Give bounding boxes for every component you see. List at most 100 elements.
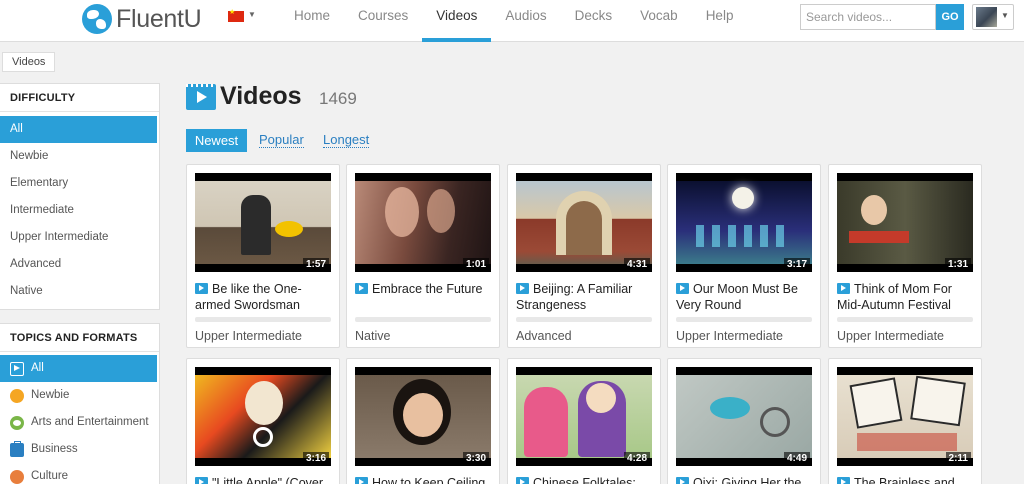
difficulty-item-elementary[interactable]: Elementary <box>0 170 159 197</box>
video-title-text: "Little Apple" (Cover <box>212 476 324 484</box>
video-count: 1469 <box>319 89 357 108</box>
video-thumbnail[interactable]: 3:16 <box>195 367 331 466</box>
top-navbar: FluentU ▼ Home Courses Videos Audios Dec… <box>0 0 1024 42</box>
video-thumbnail[interactable]: 1:01 <box>355 173 491 272</box>
video-thumbnail[interactable]: 3:30 <box>355 367 491 466</box>
video-card[interactable]: 1:57 Be like the One-armed Swordsman Upp… <box>186 164 340 348</box>
video-duration: 1:01 <box>462 258 489 271</box>
video-title[interactable]: Embrace the Future <box>355 281 495 297</box>
video-duration: 1:31 <box>944 258 971 271</box>
topic-item-business[interactable]: Business <box>0 436 159 463</box>
video-icon <box>837 283 850 294</box>
video-title[interactable]: Beijing: A Familiar Strangeness <box>516 281 656 313</box>
arts-icon <box>10 415 24 430</box>
video-title[interactable]: Think of Mom For Mid-Autumn Festival <box>837 281 977 313</box>
video-thumbnail[interactable]: 1:31 <box>837 173 973 272</box>
video-title-text: Be like the One-armed Swordsman <box>195 282 302 312</box>
topics-heading: TOPICS AND FORMATS <box>0 324 159 352</box>
topic-item-all[interactable]: All <box>0 355 157 382</box>
video-icon <box>837 477 850 484</box>
topic-item-culture[interactable]: Culture <box>0 463 159 484</box>
video-title[interactable]: Be like the One-armed Swordsman <box>195 281 335 313</box>
topic-label: Business <box>31 443 78 455</box>
topic-item-arts-and-entertainment[interactable]: Arts and Entertainment <box>0 409 159 436</box>
topic-item-newbie[interactable]: Newbie <box>0 382 159 412</box>
logo[interactable]: FluentU <box>82 4 202 34</box>
breadcrumb[interactable]: Videos <box>2 52 56 72</box>
progress-bar <box>676 317 812 322</box>
globe-logo-icon <box>82 4 112 34</box>
video-title-text: The Brainless and <box>854 476 955 484</box>
progress-bar <box>516 317 652 322</box>
difficulty-item-newbie[interactable]: Newbie <box>0 143 159 170</box>
difficulty-filter: DIFFICULTY All Newbie Elementary Interme… <box>0 83 160 310</box>
nav-decks[interactable]: Decks <box>561 0 627 42</box>
avatar <box>976 7 997 27</box>
search-go-button[interactable]: GO <box>936 4 964 30</box>
video-level: Upper Intermediate <box>676 329 784 343</box>
video-title[interactable]: The Brainless and <box>837 475 977 484</box>
difficulty-item-upper-intermediate[interactable]: Upper Intermediate <box>0 224 159 251</box>
video-card[interactable]: 2:11 The Brainless and <box>828 358 982 484</box>
difficulty-item-advanced[interactable]: Advanced <box>0 251 159 278</box>
page-title: Videos <box>220 82 302 110</box>
language-dropdown-caret-icon[interactable]: ▼ <box>248 10 256 19</box>
video-card[interactable]: 3:30 How to Keep Ceiling <box>346 358 500 484</box>
nav-vocab[interactable]: Vocab <box>626 0 692 42</box>
search-input[interactable] <box>800 4 936 30</box>
user-menu[interactable]: ▼ <box>972 4 1014 30</box>
nav-home[interactable]: Home <box>280 0 344 42</box>
sort-popular-tab[interactable]: Popular <box>259 129 304 148</box>
progress-bar <box>355 317 491 322</box>
video-thumbnail[interactable]: 4:31 <box>516 173 652 272</box>
video-title[interactable]: Our Moon Must Be Very Round <box>676 281 816 313</box>
video-duration: 3:30 <box>462 452 489 465</box>
difficulty-item-all[interactable]: All <box>0 116 157 143</box>
main-nav: Home Courses Videos Audios Decks Vocab H… <box>280 0 747 42</box>
video-duration: 4:49 <box>783 452 810 465</box>
video-card[interactable]: 3:17 Our Moon Must Be Very Round Upper I… <box>667 164 821 348</box>
user-menu-caret-icon: ▼ <box>1001 11 1009 20</box>
difficulty-item-native[interactable]: Native <box>0 278 159 305</box>
video-level: Advanced <box>516 329 572 343</box>
topics-filter: TOPICS AND FORMATS All Newbie Arts and E… <box>0 323 160 484</box>
difficulty-item-intermediate[interactable]: Intermediate <box>0 197 159 224</box>
topic-label: All <box>31 362 44 374</box>
briefcase-icon <box>10 440 24 457</box>
video-title[interactable]: "Little Apple" (Cover <box>195 475 335 484</box>
nav-videos[interactable]: Videos <box>422 0 492 42</box>
video-thumbnail[interactable]: 4:28 <box>516 367 652 466</box>
video-icon <box>195 477 208 484</box>
china-flag-icon[interactable] <box>228 8 244 22</box>
video-card[interactable]: 1:01 Embrace the Future Native <box>346 164 500 348</box>
video-card[interactable]: 3:16 "Little Apple" (Cover <box>186 358 340 484</box>
video-title[interactable]: How to Keep Ceiling <box>355 475 495 484</box>
video-card[interactable]: 4:28 Chinese Folktales: <box>507 358 661 484</box>
video-icon <box>676 477 689 484</box>
sort-longest-tab[interactable]: Longest <box>323 129 370 148</box>
video-card[interactable]: 1:31 Think of Mom For Mid-Autumn Festiva… <box>828 164 982 348</box>
nav-audios[interactable]: Audios <box>491 0 560 42</box>
video-level: Native <box>355 329 391 343</box>
topic-label: Arts and Entertainment <box>31 416 149 428</box>
video-title-text: How to Keep Ceiling <box>372 476 486 484</box>
video-title[interactable]: Chinese Folktales: <box>516 475 656 484</box>
video-thumbnail[interactable]: 2:11 <box>837 367 973 466</box>
video-title[interactable]: Qixi: Giving Her the <box>676 475 816 484</box>
topic-label: Newbie <box>31 389 70 401</box>
video-title-text: Chinese Folktales: <box>533 476 636 484</box>
nav-help[interactable]: Help <box>692 0 748 42</box>
progress-bar <box>195 317 331 322</box>
nav-courses[interactable]: Courses <box>344 0 422 42</box>
video-thumbnail[interactable]: 4:49 <box>676 367 812 466</box>
video-thumbnail[interactable]: 1:57 <box>195 173 331 272</box>
video-card[interactable]: 4:49 Qixi: Giving Her the <box>667 358 821 484</box>
video-icon <box>516 477 529 484</box>
video-thumbnail[interactable]: 3:17 <box>676 173 812 272</box>
smile-icon <box>10 385 24 412</box>
video-icon <box>10 361 24 376</box>
sort-newest-tab[interactable]: Newest <box>186 129 247 152</box>
video-card[interactable]: 4:31 Beijing: A Familiar Strangeness Adv… <box>507 164 661 348</box>
video-duration: 3:16 <box>302 452 329 465</box>
video-title-text: Beijing: A Familiar Strangeness <box>516 282 633 312</box>
